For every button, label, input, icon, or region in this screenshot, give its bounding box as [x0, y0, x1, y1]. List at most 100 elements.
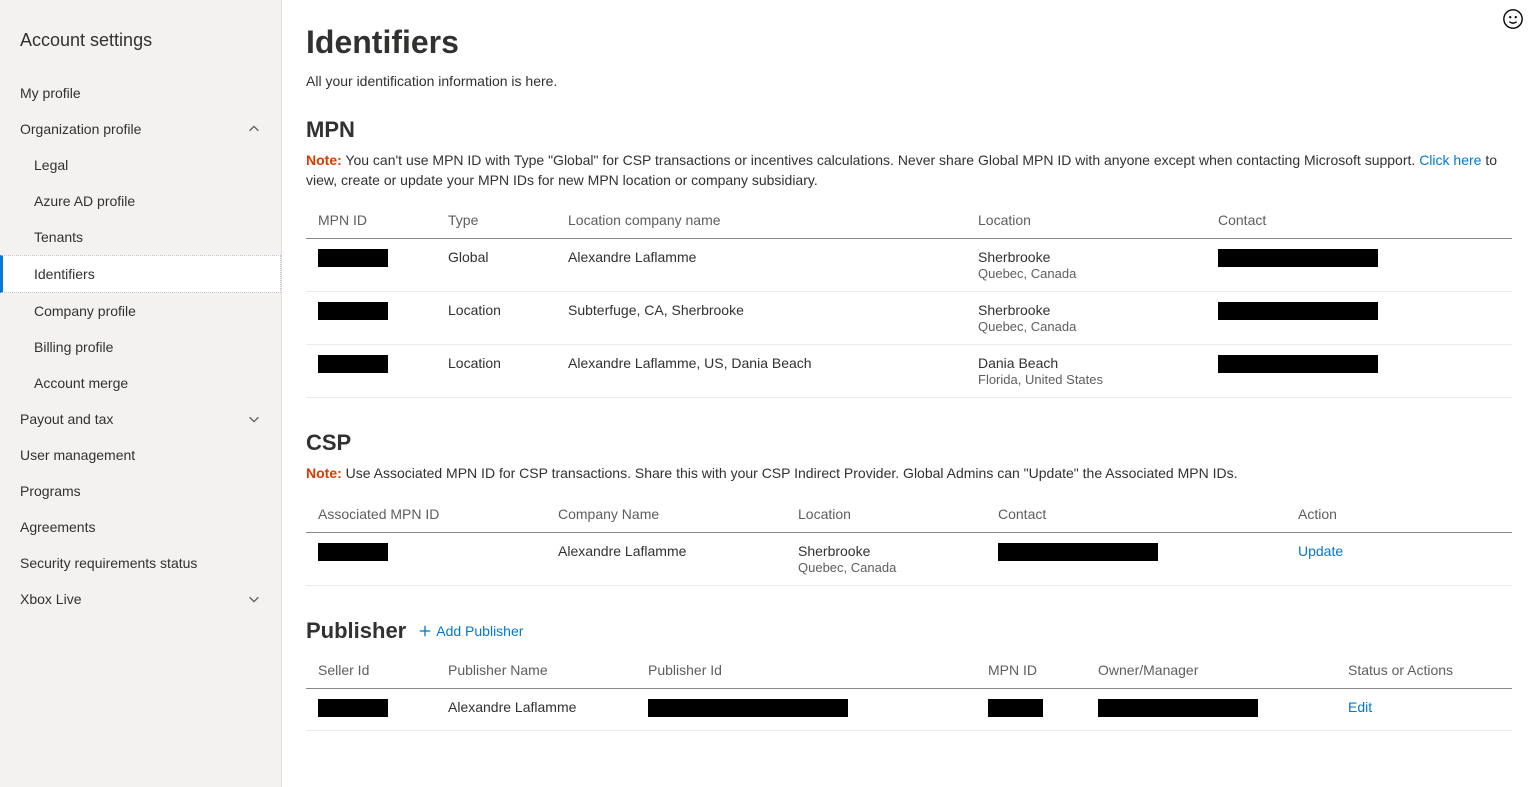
- sidebar-item-label: User management: [20, 447, 135, 463]
- pub-edit-link[interactable]: Edit: [1348, 699, 1372, 715]
- sidebar-item-label: Legal: [34, 157, 68, 173]
- publisher-header: Publisher Add Publisher: [306, 618, 1512, 644]
- pub-header-mpnid: MPN ID: [976, 652, 1086, 689]
- chevron-down-icon: [247, 412, 261, 426]
- mpn-header-location: Location: [966, 202, 1206, 239]
- sidebar-item-label: Identifiers: [34, 266, 95, 282]
- mpn-location: Dania BeachFlorida, United States: [966, 345, 1206, 398]
- page-subtitle: All your identification information is h…: [306, 73, 1512, 89]
- sidebar-title: Account settings: [0, 24, 281, 75]
- redacted-value: [1098, 699, 1258, 717]
- page-title: Identifiers: [306, 24, 1512, 61]
- table-row: Alexandre Laflamme SherbrookeQuebec, Can…: [306, 532, 1512, 585]
- sidebar-item-label: My profile: [20, 85, 81, 101]
- csp-header-id: Associated MPN ID: [306, 496, 546, 533]
- csp-location: SherbrookeQuebec, Canada: [786, 532, 986, 585]
- mpn-type: Global: [436, 239, 556, 292]
- main-content: Identifiers All your identification info…: [282, 0, 1536, 787]
- sidebar-item-label: Company profile: [34, 303, 136, 319]
- mpn-company: Alexandre Laflamme: [556, 239, 966, 292]
- mpn-company: Subterfuge, CA, Sherbrooke: [556, 292, 966, 345]
- sidebar-item-user-management[interactable]: User management: [0, 437, 281, 473]
- add-publisher-label: Add Publisher: [436, 623, 523, 639]
- table-row: Global Alexandre Laflamme SherbrookeQueb…: [306, 239, 1512, 292]
- location-sub: Quebec, Canada: [978, 266, 1076, 281]
- sidebar-item-billing-profile[interactable]: Billing profile: [0, 329, 281, 365]
- sidebar-item-azure-ad-profile[interactable]: Azure AD profile: [0, 183, 281, 219]
- sidebar-item-label: Azure AD profile: [34, 193, 135, 209]
- sidebar-item-programs[interactable]: Programs: [0, 473, 281, 509]
- pub-header-seller: Seller Id: [306, 652, 436, 689]
- pub-header-owner: Owner/Manager: [1086, 652, 1336, 689]
- redacted-value: [648, 699, 848, 717]
- note-label: Note:: [306, 465, 342, 481]
- sidebar-item-label: Xbox Live: [20, 591, 81, 607]
- sidebar-item-label: Organization profile: [20, 121, 141, 137]
- note-text: Use Associated MPN ID for CSP transactio…: [342, 465, 1238, 481]
- mpn-company: Alexandre Laflamme, US, Dania Beach: [556, 345, 966, 398]
- redacted-value: [1218, 355, 1378, 373]
- pub-name: Alexandre Laflamme: [436, 688, 636, 730]
- mpn-section-note: Note: You can't use MPN ID with Type "Gl…: [306, 151, 1512, 190]
- sidebar-item-account-merge[interactable]: Account merge: [0, 365, 281, 401]
- mpn-header-id: MPN ID: [306, 202, 436, 239]
- publisher-section-title: Publisher: [306, 618, 406, 644]
- sidebar-item-company-profile[interactable]: Company profile: [0, 293, 281, 329]
- pub-header-status: Status or Actions: [1336, 652, 1512, 689]
- note-label: Note:: [306, 152, 342, 168]
- sidebar-item-label: Agreements: [20, 519, 95, 535]
- sidebar-item-tenants[interactable]: Tenants: [0, 219, 281, 255]
- chevron-down-icon: [247, 592, 261, 606]
- mpn-table: MPN ID Type Location company name Locati…: [306, 202, 1512, 398]
- sidebar-item-my-profile[interactable]: My profile: [0, 75, 281, 111]
- table-row: Alexandre Laflamme Edit: [306, 688, 1512, 730]
- location-main: Sherbrooke: [978, 249, 1050, 265]
- sidebar-item-label: Programs: [20, 483, 81, 499]
- location-sub: Florida, United States: [978, 372, 1103, 387]
- mpn-header-contact: Contact: [1206, 202, 1512, 239]
- csp-table: Associated MPN ID Company Name Location …: [306, 496, 1512, 586]
- mpn-click-here-link[interactable]: Click here: [1419, 152, 1481, 168]
- add-publisher-button[interactable]: Add Publisher: [418, 623, 523, 639]
- redacted-value: [318, 543, 388, 561]
- sidebar-item-label: Billing profile: [34, 339, 113, 355]
- plus-icon: [418, 624, 432, 638]
- chevron-up-icon: [247, 122, 261, 136]
- sidebar-item-label: Payout and tax: [20, 411, 113, 427]
- csp-update-link[interactable]: Update: [1298, 543, 1343, 559]
- table-row: Location Alexandre Laflamme, US, Dania B…: [306, 345, 1512, 398]
- sidebar-item-agreements[interactable]: Agreements: [0, 509, 281, 545]
- sidebar-item-organization-profile[interactable]: Organization profile: [0, 111, 281, 147]
- sidebar: Account settings My profile Organization…: [0, 0, 282, 787]
- csp-header-location: Location: [786, 496, 986, 533]
- csp-company: Alexandre Laflamme: [546, 532, 786, 585]
- sidebar-item-identifiers[interactable]: Identifiers: [0, 255, 281, 293]
- sidebar-item-security-requirements-status[interactable]: Security requirements status: [0, 545, 281, 581]
- redacted-value: [318, 699, 388, 717]
- pub-header-name: Publisher Name: [436, 652, 636, 689]
- location-main: Sherbrooke: [798, 543, 870, 559]
- sidebar-item-legal[interactable]: Legal: [0, 147, 281, 183]
- mpn-section-title: MPN: [306, 117, 1512, 143]
- mpn-location: SherbrookeQuebec, Canada: [966, 239, 1206, 292]
- table-row: Location Subterfuge, CA, Sherbrooke Sher…: [306, 292, 1512, 345]
- sidebar-item-xbox-live[interactable]: Xbox Live: [0, 581, 281, 617]
- location-main: Sherbrooke: [978, 302, 1050, 318]
- note-text: You can't use MPN ID with Type "Global" …: [342, 152, 1419, 168]
- redacted-value: [1218, 249, 1378, 267]
- mpn-type: Location: [436, 292, 556, 345]
- redacted-value: [318, 249, 388, 267]
- location-sub: Quebec, Canada: [978, 319, 1076, 334]
- redacted-value: [998, 543, 1158, 561]
- csp-section-title: CSP: [306, 430, 1512, 456]
- mpn-header-company: Location company name: [556, 202, 966, 239]
- csp-header-action: Action: [1286, 496, 1512, 533]
- feedback-smiley-icon[interactable]: [1502, 8, 1524, 33]
- location-sub: Quebec, Canada: [798, 560, 896, 575]
- csp-header-company: Company Name: [546, 496, 786, 533]
- redacted-value: [1218, 302, 1378, 320]
- redacted-value: [988, 699, 1043, 717]
- redacted-value: [318, 355, 388, 373]
- mpn-header-type: Type: [436, 202, 556, 239]
- sidebar-item-payout-and-tax[interactable]: Payout and tax: [0, 401, 281, 437]
